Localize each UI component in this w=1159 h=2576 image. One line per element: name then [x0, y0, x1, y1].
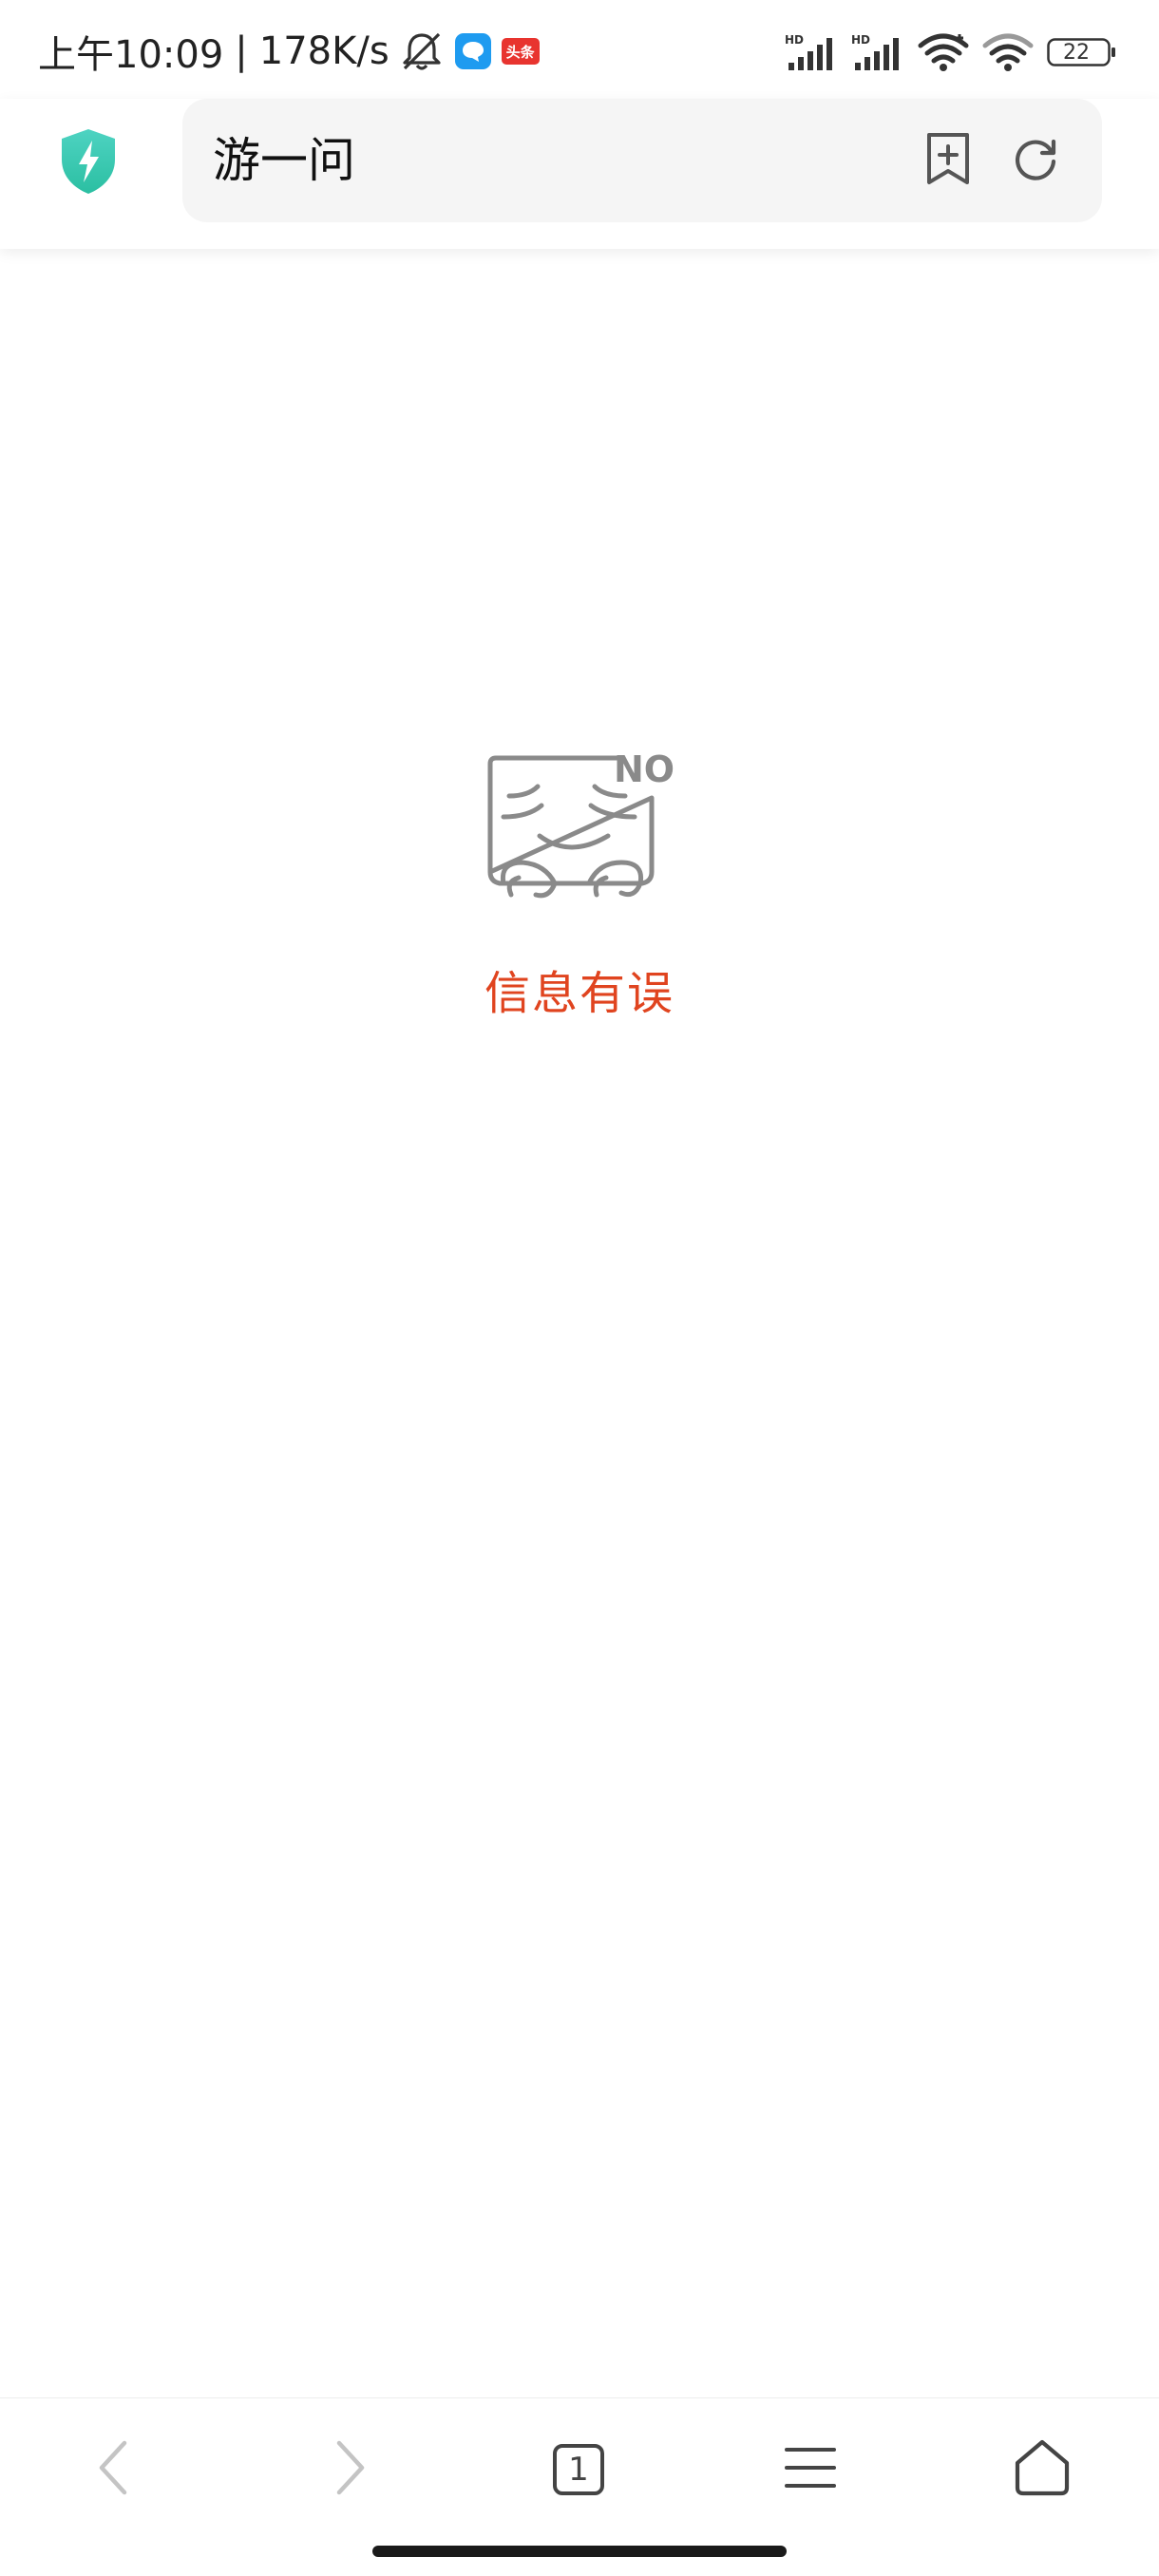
tab-count: 1	[568, 2451, 589, 2489]
error-message: 信息有误	[484, 967, 674, 1020]
back-arrow-icon	[94, 2437, 132, 2502]
refresh-button[interactable]	[1007, 132, 1064, 189]
status-left: 上午10:09 | 178K/s 头条	[38, 25, 540, 78]
bookmark-add-icon	[923, 131, 973, 190]
status-separator: |	[235, 29, 248, 73]
status-right: HD HD 22	[785, 28, 1117, 76]
bottom-navigation: 1	[0, 2397, 1159, 2531]
status-bar: 上午10:09 | 178K/s 头条 HD HD 22	[0, 0, 1159, 99]
tabs-button[interactable]: 1	[536, 2427, 621, 2512]
signal-hd-icon: HD	[785, 32, 838, 72]
network-speed: 178K/s	[258, 29, 390, 73]
browser-top-bar: 游一问	[0, 99, 1159, 249]
refresh-icon	[1010, 133, 1061, 188]
bookmark-add-button[interactable]	[920, 132, 977, 189]
wifi-icon-2	[982, 32, 1034, 72]
forward-arrow-icon	[332, 2437, 370, 2502]
home-icon	[1013, 2438, 1072, 2501]
address-text[interactable]: 游一问	[213, 127, 355, 194]
wifi-icon	[918, 32, 969, 72]
tabs-icon: 1	[552, 2443, 605, 2496]
illustration-badge: NO	[614, 748, 675, 790]
browser-screen: 上午10:09 | 178K/s 头条 HD HD 22 游一问 NO 信息有误…	[0, 0, 1159, 2576]
empty-state: NO 信息有误	[0, 748, 1159, 1035]
home-button[interactable]	[999, 2427, 1085, 2512]
signal-hd-icon-2: HD	[851, 32, 904, 72]
menu-button[interactable]	[768, 2427, 853, 2512]
empty-illustration: NO	[483, 748, 678, 921]
chat-app-icon	[454, 32, 492, 70]
toutiao-badge-label: 头条	[505, 43, 535, 61]
svg-text:HD: HD	[785, 33, 804, 47]
forward-button[interactable]	[308, 2427, 393, 2512]
shield-bolt-icon[interactable]	[59, 127, 118, 196]
mute-bell-icon	[399, 30, 445, 72]
battery-icon: 22	[1047, 38, 1117, 66]
address-bar[interactable]: 游一问	[182, 99, 1102, 222]
menu-icon	[784, 2444, 837, 2495]
battery-level: 22	[1063, 40, 1090, 65]
back-button[interactable]	[70, 2427, 156, 2512]
svg-text:HD: HD	[851, 33, 870, 47]
status-time: 上午10:09	[38, 33, 224, 77]
toutiao-app-icon: 头条	[501, 38, 540, 65]
home-indicator[interactable]	[372, 2546, 787, 2557]
